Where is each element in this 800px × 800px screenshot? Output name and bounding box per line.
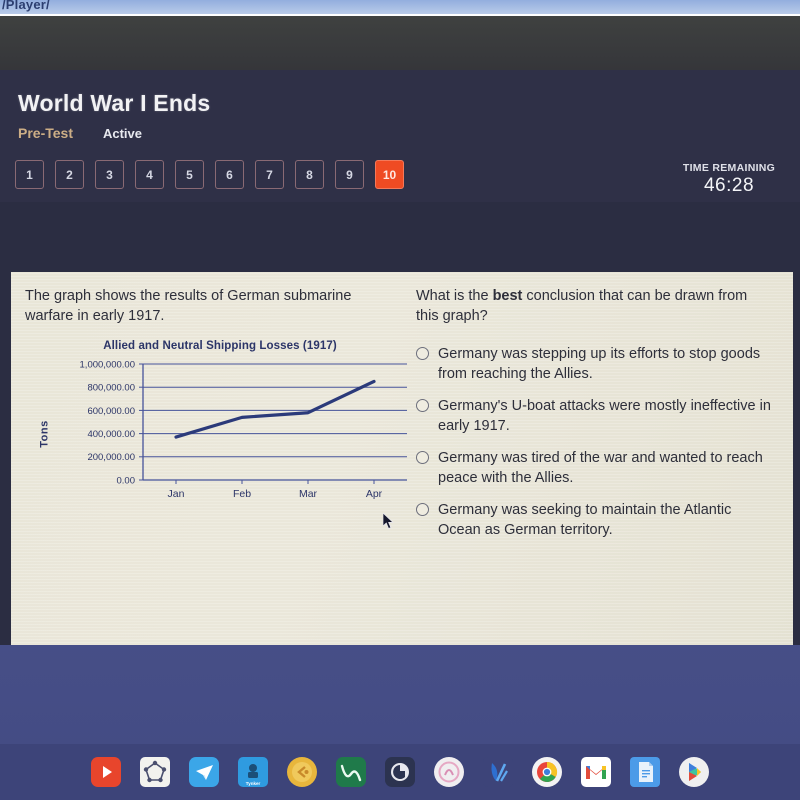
question-stem-prefix: What is the: [416, 288, 493, 304]
answer-option-label: Germany was seeking to maintain the Atla…: [438, 502, 732, 538]
stimulus-text: The graph shows the results of German su…: [25, 288, 352, 324]
taskbar-shelf: Tynker: [0, 744, 800, 800]
chart-data-line: [174, 379, 376, 439]
play-store-icon[interactable]: [679, 757, 709, 787]
chart-x-tick-label: Feb: [233, 488, 251, 500]
chart-title: Allied and Neutral Shipping Losses (1917…: [103, 340, 337, 352]
chart-y-tick-label: 600,000.00: [87, 406, 135, 417]
chart-canvas: 1,000,000.00 800,000.00 600,000.00 400,000.…: [80, 359, 407, 500]
test-type-label: Pre-Test: [18, 125, 73, 141]
chart-x-tick-label: Apr: [366, 488, 383, 500]
assessment-header: World War I Ends Pre-Test Active 1234567…: [0, 70, 800, 202]
answer-option-label: Germany was tired of the war and wanted …: [438, 450, 763, 486]
question-number-7[interactable]: 7: [255, 160, 284, 189]
radio-button-icon[interactable]: [416, 451, 429, 464]
pink-circle-icon[interactable]: [434, 757, 464, 787]
page-title: World War I Ends: [18, 90, 211, 116]
browser-top-strip: /Player/: [0, 0, 800, 14]
youtube-icon[interactable]: [91, 757, 121, 787]
radio-button-icon[interactable]: [416, 347, 429, 360]
chart-y-tick-label: 1,000,000.00: [80, 359, 135, 370]
question-number-2[interactable]: 2: [55, 160, 84, 189]
question-number-1[interactable]: 1: [15, 160, 44, 189]
browser-url-fragment: /Player/: [2, 0, 50, 12]
geogebra-icon[interactable]: [140, 757, 170, 787]
question-number-3[interactable]: 3: [95, 160, 124, 189]
question-number-5[interactable]: 5: [175, 160, 204, 189]
desmos-icon[interactable]: [336, 757, 366, 787]
time-remaining: TIME REMAINING 46:28: [664, 162, 794, 197]
assessment-meta: Pre-Test Active: [18, 125, 142, 141]
chart-y-tick-label: 200,000.00: [87, 452, 135, 463]
stimulus-column: The graph shows the results of German su…: [25, 286, 410, 326]
tynker-icon[interactable]: Tynker: [238, 757, 268, 787]
chart-y-tick-label: 0.00: [117, 475, 136, 486]
docs-icon[interactable]: [630, 757, 660, 787]
question-number-10[interactable]: 10: [375, 160, 404, 189]
chart-x-tick-label: Mar: [299, 488, 318, 500]
answer-option-4[interactable]: Germany was seeking to maintain the Atla…: [416, 500, 781, 540]
radio-button-icon[interactable]: [416, 503, 429, 516]
shipping-losses-chart: Allied and Neutral Shipping Losses (1917…: [25, 340, 415, 520]
assessment-window: World War I Ends Pre-Test Active 1234567…: [0, 70, 800, 645]
question-number-6[interactable]: 6: [215, 160, 244, 189]
question-number-8[interactable]: 8: [295, 160, 324, 189]
chart-x-tick-label: Jan: [168, 488, 185, 500]
question-number-strip: 1 2 3 4 5 6 7 8 9 10: [15, 160, 404, 189]
screen-photo: World War I Ends Pre-Test Active 1234567…: [0, 0, 800, 800]
answer-option-1[interactable]: Germany was stepping up its efforts to s…: [416, 344, 781, 384]
chart-y-tick-label: 800,000.00: [87, 383, 135, 394]
question-number-9[interactable]: 9: [335, 160, 364, 189]
chrome-icon[interactable]: [532, 757, 562, 787]
telegram-icon[interactable]: [189, 757, 219, 787]
answer-option-2[interactable]: Germany's U-boat attacks were mostly ine…: [416, 396, 781, 436]
answer-option-3[interactable]: Germany was tired of the war and wanted …: [416, 448, 781, 488]
question-number-4[interactable]: 4: [135, 160, 164, 189]
answer-option-label: Germany's U-boat attacks were mostly ine…: [438, 398, 771, 434]
blue-ribbon-icon[interactable]: [483, 757, 513, 787]
asana-icon[interactable]: [385, 757, 415, 787]
status-badge: Active: [102, 126, 143, 141]
radio-button-icon[interactable]: [416, 399, 429, 412]
chart-y-tick-label: 400,000.00: [87, 429, 135, 440]
coin-icon[interactable]: [287, 757, 317, 787]
question-stem: What is the best conclusion that can be …: [416, 286, 766, 326]
monitor-bezel: [0, 14, 800, 70]
question-content-panel: The graph shows the results of German su…: [11, 272, 793, 645]
question-column: What is the best conclusion that can be …: [416, 286, 781, 552]
gmail-icon[interactable]: [581, 757, 611, 787]
answer-options: Germany was stepping up its efforts to s…: [416, 344, 781, 540]
shelf-icon-label: Tynker: [245, 781, 261, 786]
time-remaining-label: TIME REMAINING: [682, 162, 776, 174]
time-remaining-value: 46:28: [703, 175, 755, 196]
question-stem-emphasis: best: [492, 288, 523, 304]
answer-option-label: Germany was stepping up its efforts to s…: [438, 346, 761, 382]
